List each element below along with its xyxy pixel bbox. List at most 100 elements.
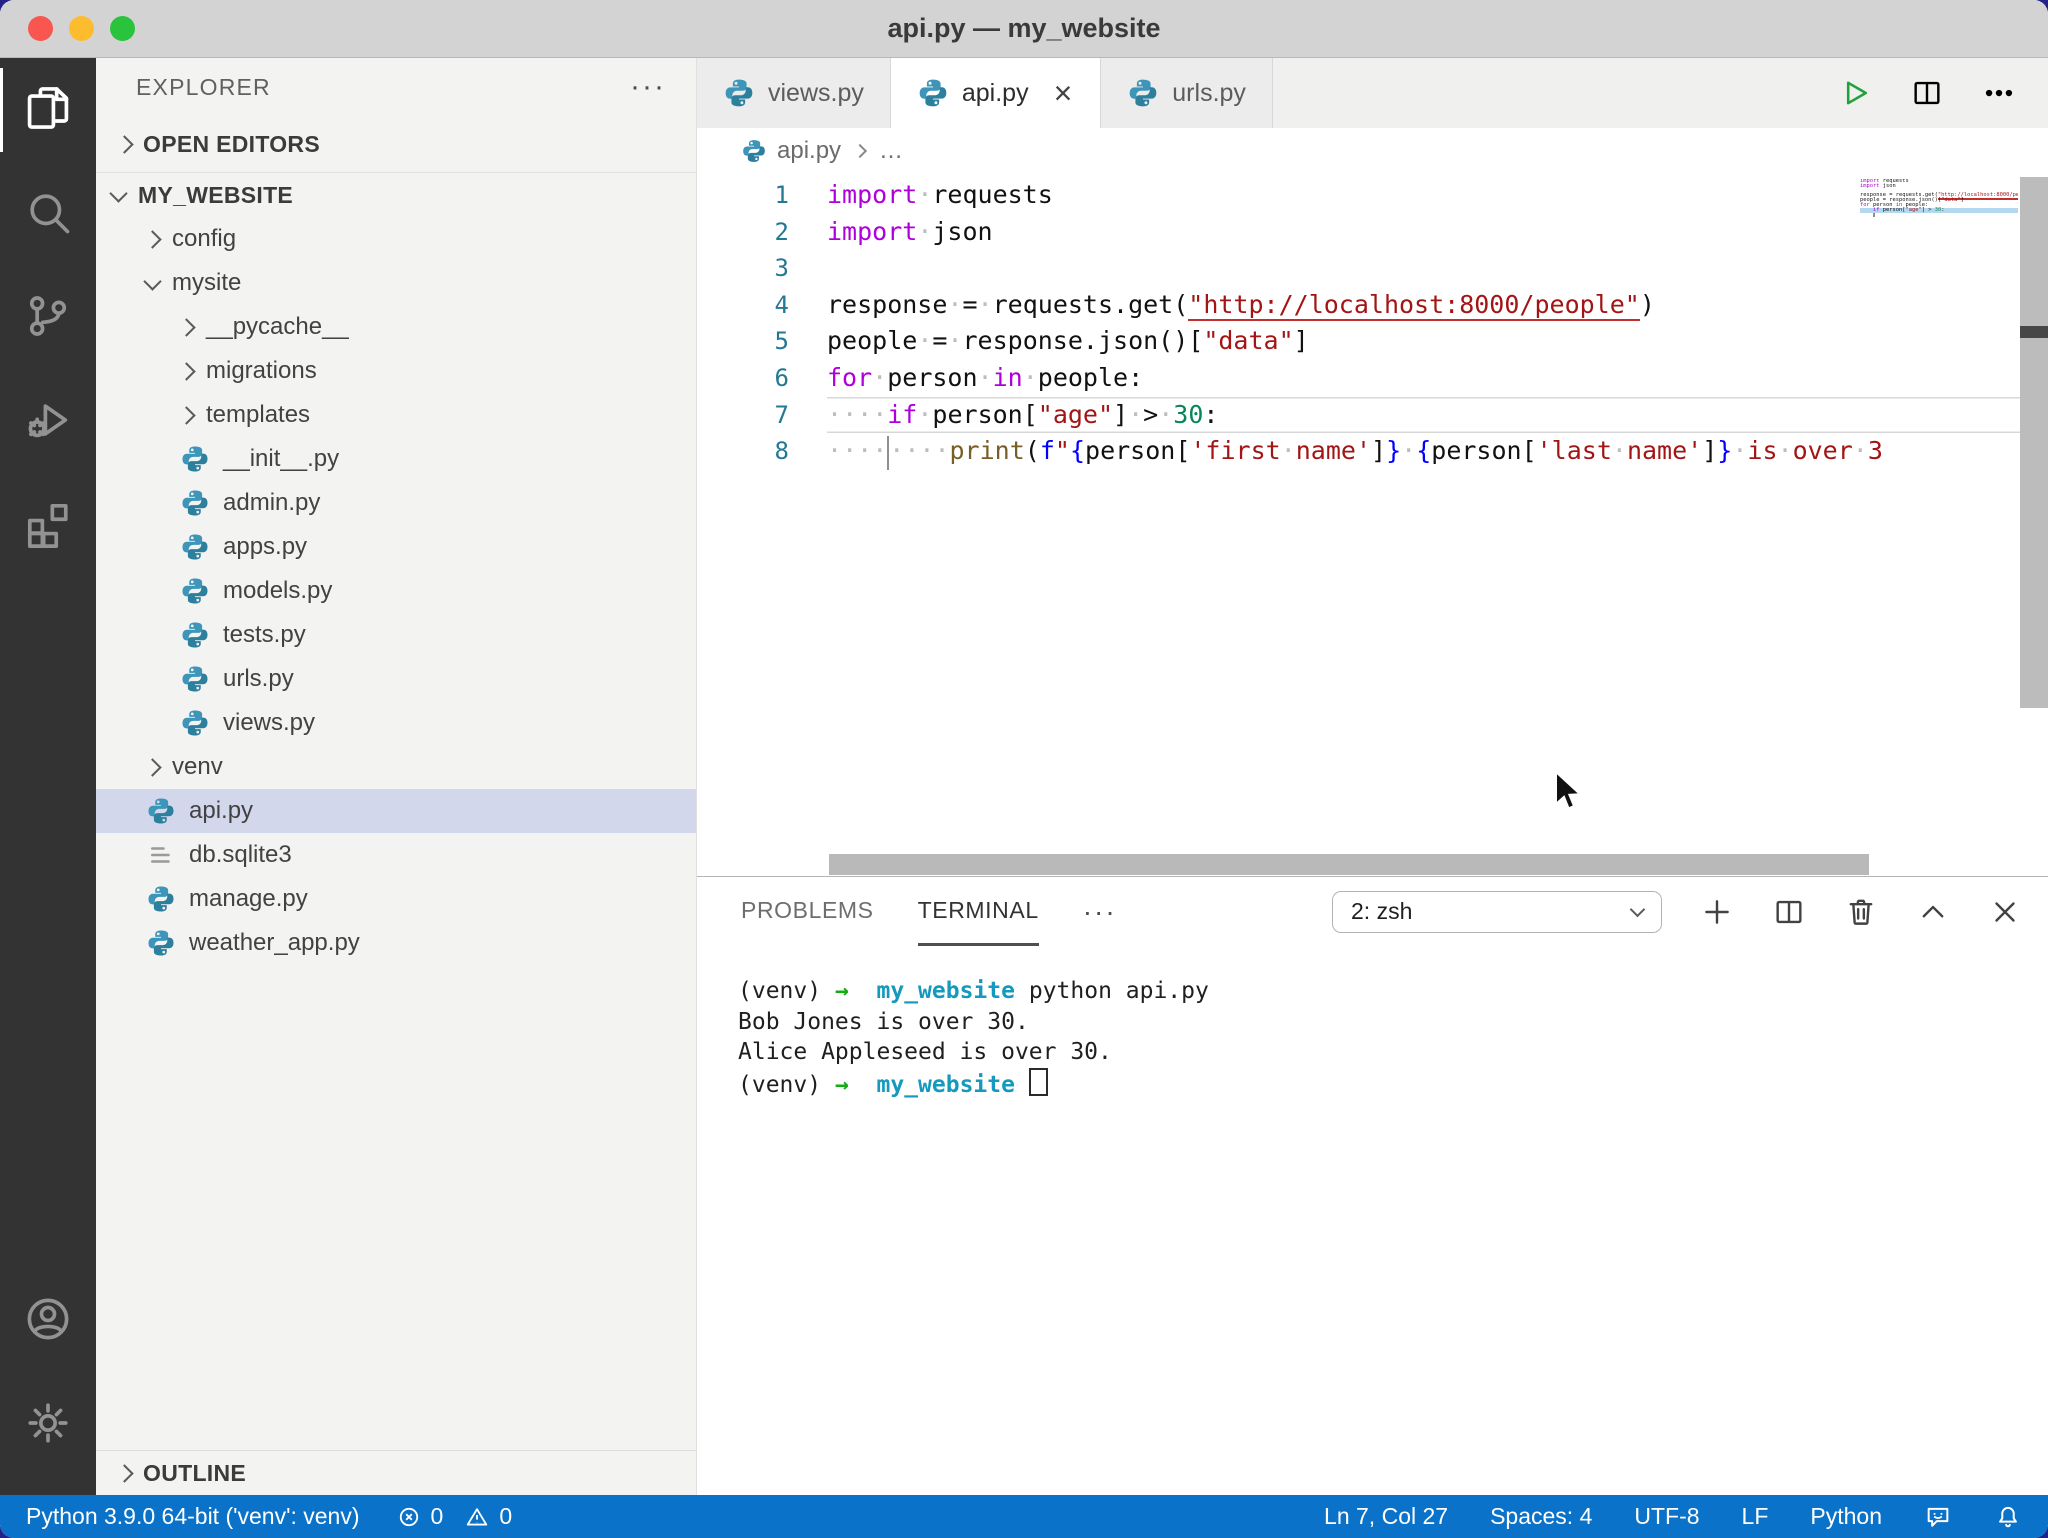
status-indentation[interactable]: Spaces: 4 [1490, 1503, 1592, 1530]
python-file-icon [180, 444, 210, 474]
activity-item-source-control[interactable] [0, 266, 96, 370]
tree-item-weather-app-py[interactable]: weather_app.py [96, 921, 696, 965]
terminal-cursor [1029, 1068, 1048, 1096]
panel-tab-problems[interactable]: PROBLEMS [741, 877, 874, 946]
tree-item-templates[interactable]: templates [96, 393, 696, 437]
tab-close-button[interactable]: × [1052, 79, 1075, 107]
minimize-window-button[interactable] [69, 16, 94, 41]
activity-bar-bottom [0, 1269, 96, 1495]
panel-more-actions-button[interactable]: ··· [1083, 896, 1117, 928]
minimap[interactable]: import requestsimport jsonresponse = req… [1860, 179, 2018, 217]
tree-item-mysite[interactable]: mysite [96, 261, 696, 305]
terminal-token: (venv) [738, 978, 835, 1004]
tree-item-migrations[interactable]: migrations [96, 349, 696, 393]
tree-item-manage-py[interactable]: manage.py [96, 877, 696, 921]
tab-api-py[interactable]: api.py× [891, 58, 1101, 128]
tree-item-venv[interactable]: venv [96, 745, 696, 789]
chevron-right-icon [853, 143, 867, 157]
python-interpreter-status[interactable]: Python 3.9.0 64-bit ('venv': venv) [26, 1503, 360, 1530]
bell-icon[interactable] [1994, 1503, 2022, 1531]
activity-item-run-debug[interactable] [0, 370, 96, 474]
status-language[interactable]: Python [1810, 1503, 1882, 1530]
terminal-line-2: Bob Jones is over 30. [738, 1007, 2048, 1038]
code-line-text: for·person·in·people: [827, 360, 2020, 397]
terminal-output[interactable]: (venv) → my_website python api.pyBob Jon… [697, 946, 2048, 1100]
tree-item--pycache-[interactable]: __pycache__ [96, 305, 696, 349]
tree-item--init-py[interactable]: __init__.py [96, 437, 696, 481]
zoom-window-button[interactable] [110, 16, 135, 41]
split-editor-button[interactable] [1910, 76, 1944, 110]
code-token: 30 [1173, 400, 1203, 429]
tree-item-db-sqlite3[interactable]: db.sqlite3 [96, 833, 696, 877]
code-line-8[interactable]: 8········print(f"{person['first·name']}·… [697, 433, 2020, 470]
run-python-file-button[interactable] [1838, 76, 1872, 110]
open-editors-section[interactable]: OPEN EDITORS [96, 116, 696, 173]
tree-item-api-py[interactable]: api.py [96, 789, 696, 833]
horizontal-scrollbar[interactable] [829, 854, 1869, 875]
vertical-scrollbar[interactable] [2020, 177, 2048, 708]
breadcrumb-more[interactable]: … [879, 137, 903, 165]
line-number: 5 [697, 323, 827, 360]
code-line-6[interactable]: 6for·person·in·people: [697, 360, 2020, 397]
code-line-3[interactable]: 3 [697, 250, 2020, 287]
code-line-7[interactable]: 7····if·person["age"]·>·30: [697, 397, 2020, 434]
code-line-5[interactable]: 5people·=·response.json()["data"] [697, 323, 2020, 360]
code-token: response [827, 290, 947, 319]
breadcrumb-file[interactable]: api.py [777, 137, 841, 165]
activity-item-account[interactable] [0, 1269, 96, 1373]
chevron-right-icon [177, 362, 195, 380]
status-cursor-position[interactable]: Ln 7, Col 27 [1324, 1503, 1448, 1530]
terminal-shell-select[interactable]: 2: zsh [1332, 891, 1662, 933]
tree-item-config[interactable]: config [96, 217, 696, 261]
split-terminal-button[interactable] [1772, 895, 1806, 929]
maximize-panel-button[interactable] [1916, 895, 1950, 929]
code-token: is [1747, 436, 1777, 465]
activity-item-extensions[interactable] [0, 474, 96, 578]
workbench: EXPLORER ··· OPEN EDITORS MY_WEBSITEconf… [0, 58, 2048, 1495]
tree-item-tests-py[interactable]: tests.py [96, 613, 696, 657]
code-token: print [950, 436, 1025, 465]
tab-views-py[interactable]: views.py [697, 58, 891, 128]
panel-tab-terminal[interactable]: TERMINAL [918, 877, 1039, 946]
python-file-icon [146, 884, 176, 914]
chevron-down-icon [143, 272, 161, 290]
tree-item-models-py[interactable]: models.py [96, 569, 696, 613]
code-line-4[interactable]: 4response·=·requests.get("http://localho… [697, 287, 2020, 324]
feedback-icon[interactable] [1924, 1503, 1952, 1531]
tab-urls-py[interactable]: urls.py [1101, 58, 1273, 128]
code-line-2[interactable]: 2import·json [697, 214, 2020, 251]
tree-item-urls-py[interactable]: urls.py [96, 657, 696, 701]
activity-item-explorer[interactable] [0, 58, 96, 162]
outline-section[interactable]: OUTLINE [96, 1450, 696, 1495]
tree-item-admin-py[interactable]: admin.py [96, 481, 696, 525]
activity-item-settings[interactable] [0, 1373, 96, 1477]
editor-more-actions-button[interactable] [1982, 76, 2016, 110]
breadcrumb[interactable]: api.py … [697, 128, 2048, 173]
run-debug-icon [22, 394, 74, 451]
code-editor[interactable]: 1import·requests2import·json34response·=… [697, 173, 2048, 876]
tree-item-views-py[interactable]: views.py [96, 701, 696, 745]
whitespace: · [917, 326, 932, 355]
chevron-right-icon [143, 230, 161, 248]
new-terminal-button[interactable] [1700, 895, 1734, 929]
kill-terminal-button[interactable] [1844, 895, 1878, 929]
tree-item-apps-py[interactable]: apps.py [96, 525, 696, 569]
python-file-icon [180, 664, 210, 694]
open-editors-label: OPEN EDITORS [143, 131, 320, 158]
code-token: : [1203, 400, 1218, 429]
whitespace: · [872, 436, 887, 465]
tree-item-my-website[interactable]: MY_WEBSITE [96, 173, 696, 217]
close-window-button[interactable] [28, 16, 53, 41]
code-token: import [827, 180, 917, 209]
close-panel-button[interactable] [1988, 895, 2022, 929]
status-eol[interactable]: LF [1742, 1503, 1769, 1530]
code-line-1[interactable]: 1import·requests [697, 177, 2020, 214]
problems-status[interactable]: 0 0 [396, 1503, 513, 1530]
activity-item-search[interactable] [0, 162, 96, 266]
tree-item-label: views.py [223, 709, 315, 737]
status-encoding[interactable]: UTF-8 [1634, 1503, 1699, 1530]
code-token: response.json()[ [963, 326, 1204, 355]
code-token: person[ [932, 400, 1037, 429]
vertical-scrollbar-handle[interactable] [2020, 326, 2048, 338]
sidebar-more-actions-button[interactable]: ··· [630, 77, 666, 97]
